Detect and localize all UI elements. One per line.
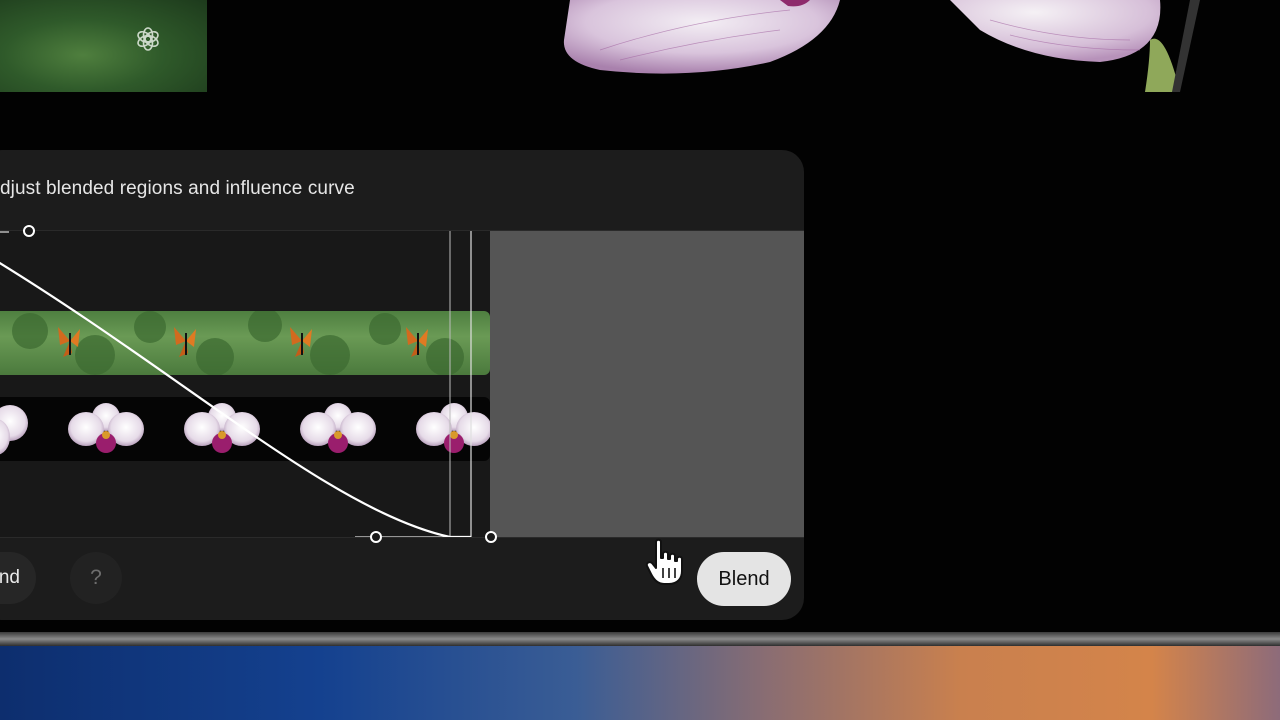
video-thumbnail[interactable] <box>0 0 207 92</box>
curve-handle-end <box>485 531 497 543</box>
openai-logo-icon <box>137 27 159 51</box>
hand-pointer-icon <box>645 538 683 585</box>
window-edge <box>0 632 1280 646</box>
curve-handle-top <box>23 225 35 237</box>
orchid-image <box>563 0 1200 92</box>
orchid-preview[interactable] <box>540 0 1200 92</box>
blend-button[interactable]: Blend <box>697 552 791 606</box>
help-button[interactable]: ? <box>70 552 122 604</box>
screen: djust blended regions and influence curv… <box>0 0 1280 720</box>
curve-handle-control <box>370 531 382 543</box>
desktop-background <box>0 646 1280 720</box>
